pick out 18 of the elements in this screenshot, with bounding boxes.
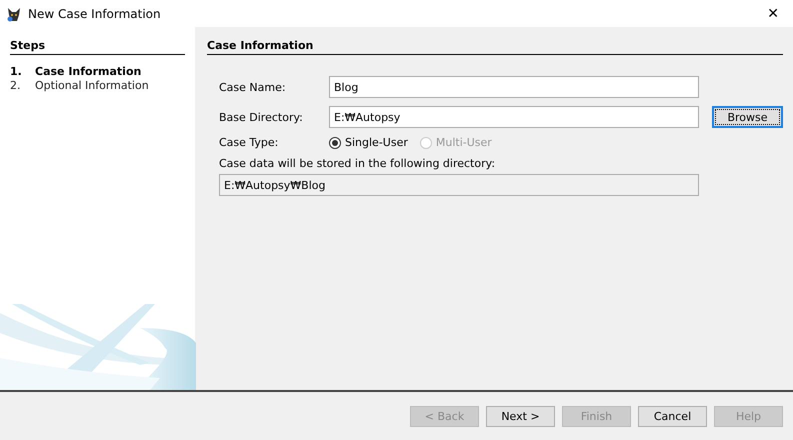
field-label: Case Type: <box>219 136 280 149</box>
step-item: 2. Optional Information <box>10 79 150 93</box>
field-label: Case Name: <box>219 80 287 94</box>
panel-heading: Case Information <box>207 39 783 55</box>
steps-heading: Steps <box>10 39 185 55</box>
close-button[interactable]: ✕ <box>759 6 787 22</box>
wizard-button[interactable]: Next > <box>486 406 555 426</box>
storage-note: Case data will be stored in the following directory: <box>219 157 496 170</box>
wizard-button[interactable]: Cancel <box>638 406 707 426</box>
browse-button[interactable]: Browse <box>712 106 783 128</box>
storage-path-field[interactable]: E:₩Autopsy₩Blog <box>219 174 699 196</box>
base-directory-field[interactable]: E:₩Autopsy <box>329 106 699 128</box>
step-item: 1. Case Information <box>10 65 142 79</box>
case-name-field[interactable]: Blog <box>329 76 699 98</box>
window-title: New Case Information <box>28 6 162 20</box>
app-icon <box>6 6 22 22</box>
field-label: Base Directory: <box>219 110 304 124</box>
case-type-radio[interactable]: Single-User <box>329 136 408 149</box>
